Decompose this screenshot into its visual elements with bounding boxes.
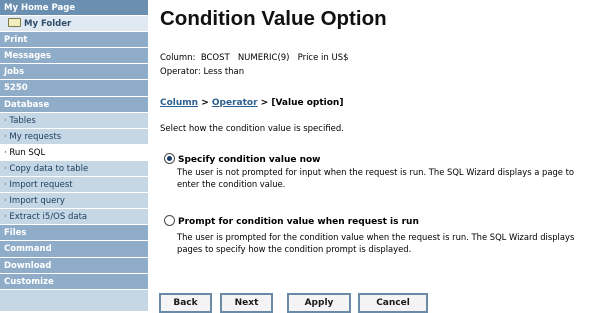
sidebar-item-label: My Home Page <box>4 3 76 13</box>
folder-icon <box>8 18 21 28</box>
sidebar-item-label: Files <box>4 228 27 239</box>
breadcrumb-separator: > <box>198 98 212 108</box>
sidebar-item-label: My Folder <box>24 19 72 30</box>
sidebar-item-copy-data-to-table[interactable]: · Copy data to table <box>0 160 148 178</box>
sidebar-item-print[interactable]: Print <box>0 32 148 49</box>
sidebar-item-5250[interactable]: 5250 <box>0 80 148 97</box>
sidebar-item-my-requests[interactable]: · My requests <box>0 128 148 145</box>
sidebar-item-label: · My requests <box>4 131 62 142</box>
sidebar-item-files[interactable]: Files <box>0 225 148 242</box>
breadcrumb: Column > Operator > [Value option] <box>160 98 343 108</box>
breadcrumb-link-column[interactable]: Column <box>160 98 198 108</box>
back-button[interactable]: Back <box>159 293 212 313</box>
page-title: Condition Value Option <box>160 7 387 30</box>
cancel-button[interactable]: Cancel <box>358 293 428 313</box>
instruction-text: Select how the condition value is specif… <box>160 124 344 134</box>
sidebar-item-label: · Import request <box>4 180 73 191</box>
option-description: The user is prompted for the condition v… <box>177 232 575 254</box>
next-button[interactable]: Next <box>220 293 273 313</box>
sidebar-item-label: Messages <box>4 51 51 62</box>
sidebar-item-label: Print <box>4 35 28 46</box>
option-label: Specify condition value now <box>178 155 321 165</box>
sidebar-item-import-query[interactable]: · Import query <box>0 193 148 210</box>
sidebar-item-my-folder[interactable]: My Folder <box>0 16 148 33</box>
sidebar-item-customize[interactable]: Customize <box>0 273 148 290</box>
sidebar-item-label: · Copy data to table <box>4 163 89 174</box>
sidebar-nav: My Home Page My Folder Print Messages Jo… <box>0 0 148 311</box>
sidebar-item-messages[interactable]: Messages <box>0 48 148 65</box>
sidebar-item-label: Customize <box>4 276 54 287</box>
radio-specify-now[interactable] <box>164 153 175 164</box>
option-prompt-at-run[interactable]: Prompt for condition value when request … <box>164 215 419 227</box>
apply-button[interactable]: Apply <box>287 293 351 313</box>
sidebar-item-run-sql[interactable]: · Run SQL <box>0 144 148 161</box>
sidebar-item-my-home-page[interactable]: My Home Page <box>0 0 148 17</box>
sidebar-item-label: 5250 <box>4 83 28 94</box>
sidebar-item-command[interactable]: Command <box>0 241 148 258</box>
breadcrumb-current: [Value option] <box>271 98 344 108</box>
option-label: Prompt for condition value when request … <box>178 217 419 227</box>
breadcrumb-separator: > <box>257 98 272 108</box>
sidebar-item-label: · Run SQL <box>4 147 46 158</box>
sidebar-item-jobs[interactable]: Jobs <box>0 64 148 81</box>
sidebar-item-label: Database <box>4 99 50 110</box>
sidebar-item-label: Jobs <box>4 67 25 78</box>
sidebar-item-label: Command <box>4 244 52 255</box>
option-description: The user is not prompted for input when … <box>177 167 575 189</box>
sidebar-item-label: · Import query <box>4 196 65 207</box>
sidebar-item-label: · Extract i5/OS data <box>4 212 88 223</box>
column-info: Column: BCOST NUMERIC(9) Price in US$ <box>160 53 349 63</box>
main-content: Condition Value Option Column: BCOST NUM… <box>160 0 590 311</box>
option-specify-now[interactable]: Specify condition value now <box>164 153 321 165</box>
sidebar-item-database[interactable]: Database <box>0 96 148 113</box>
operator-info: Operator: Less than <box>160 67 245 77</box>
breadcrumb-link-operator[interactable]: Operator <box>212 98 258 108</box>
sidebar-item-label: Download <box>4 260 52 271</box>
sidebar-item-label: · Tables <box>4 115 36 126</box>
sidebar-item-import-request[interactable]: · Import request <box>0 177 148 194</box>
radio-prompt-at-run[interactable] <box>164 215 175 226</box>
sidebar-item-download[interactable]: Download <box>0 257 148 274</box>
sidebar-item-tables[interactable]: · Tables <box>0 112 148 129</box>
sidebar-item-extract-i5os-data[interactable]: · Extract i5/OS data <box>0 209 148 226</box>
